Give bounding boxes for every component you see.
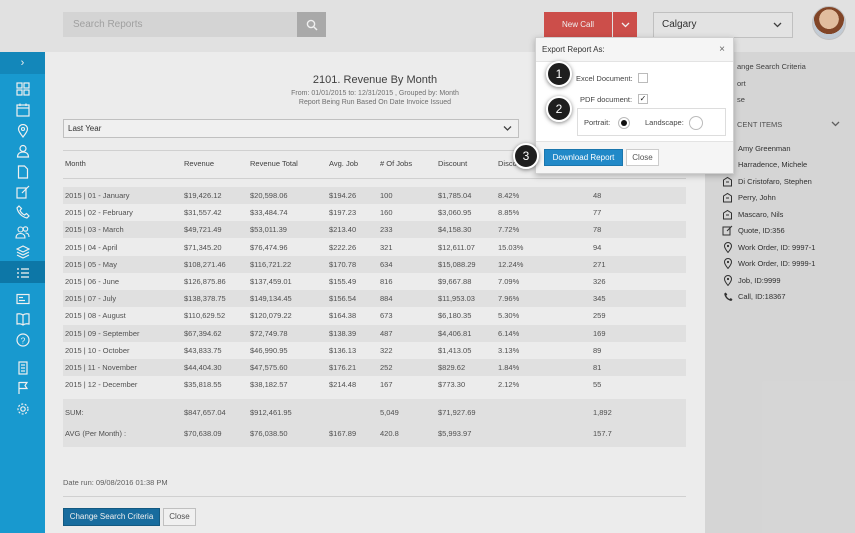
- step-marker-2: 2: [546, 96, 572, 122]
- landscape-radio[interactable]: [689, 116, 703, 130]
- pdf-document-label: PDF document:: [580, 95, 633, 104]
- step-marker-3: 3: [513, 143, 539, 169]
- excel-document-checkbox[interactable]: [638, 73, 648, 83]
- portrait-radio[interactable]: [618, 117, 630, 129]
- orientation-group: Portrait: Landscape:: [577, 108, 726, 136]
- dialog-title-text: Export Report As:: [542, 45, 605, 54]
- dialog-close-button[interactable]: Close: [626, 149, 659, 166]
- excel-document-label: Excel Document:: [576, 74, 633, 83]
- dialog-footer: Download Report Close: [536, 141, 733, 173]
- close-icon[interactable]: ×: [719, 38, 725, 62]
- dialog-title: Export Report As: ×: [536, 38, 733, 62]
- pdf-document-checkbox[interactable]: ✓: [638, 94, 648, 104]
- portrait-label: Portrait:: [584, 118, 611, 127]
- landscape-label: Landscape:: [645, 118, 684, 127]
- download-report-button[interactable]: Download Report: [544, 149, 623, 166]
- step-marker-1: 1: [546, 61, 572, 87]
